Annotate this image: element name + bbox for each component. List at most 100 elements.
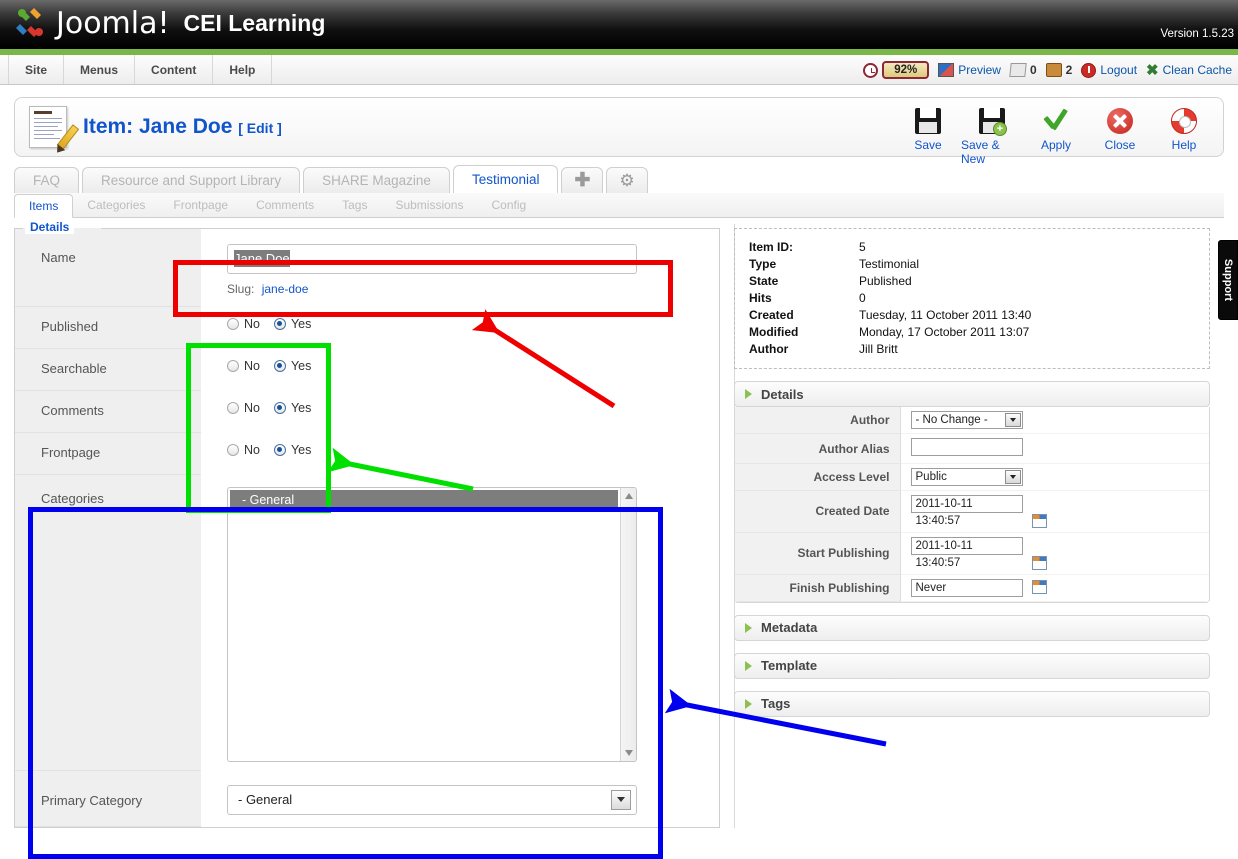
scroll-down-arrow-icon[interactable] xyxy=(625,749,633,756)
tab-add-new[interactable]: ✚ xyxy=(561,167,604,193)
clean-cache-link[interactable]: ✖ Clean Cache xyxy=(1146,63,1232,78)
radio-circle-icon xyxy=(227,359,239,372)
calendar-icon[interactable] xyxy=(1031,580,1047,595)
menu-item-help[interactable]: Help xyxy=(213,55,273,84)
accordion-template-header[interactable]: Template xyxy=(734,652,1210,679)
apply-button[interactable]: Apply xyxy=(1025,102,1087,166)
envelope-icon xyxy=(1009,63,1027,77)
published-radio-no[interactable]: No xyxy=(227,317,260,331)
accordion-arrow-icon xyxy=(745,660,752,671)
frontpage-radio-group: No Yes xyxy=(227,443,719,457)
users-indicator[interactable]: 2 xyxy=(1045,63,1073,77)
subtab-comments[interactable]: Comments xyxy=(242,193,328,217)
save-button[interactable]: Save xyxy=(897,102,959,166)
item-sidebar-column: Item ID: 5 Type Testimonial State Publis… xyxy=(720,218,1210,828)
subtab-submissions[interactable]: Submissions xyxy=(381,193,477,217)
start-publishing-input[interactable]: 2011-10-11 13:40:57 xyxy=(910,536,1023,569)
comments-radio-no[interactable]: No xyxy=(227,401,260,415)
section-subtabs: Items Categories Frontpage Comments Tags… xyxy=(14,193,1224,218)
preview-link[interactable]: Preview xyxy=(938,63,1001,77)
save-and-new-button[interactable]: + Save & New xyxy=(961,102,1023,166)
chevron-down-icon[interactable] xyxy=(1004,470,1021,484)
subtab-tags[interactable]: Tags xyxy=(328,193,381,217)
support-side-tab-label: Support xyxy=(1222,258,1235,302)
finish-publishing-input[interactable]: Never xyxy=(910,578,1023,597)
start-publishing-value-cell: 2011-10-11 13:40:57 xyxy=(900,532,1209,575)
accordion-arrow-icon xyxy=(745,698,752,709)
access-level-select[interactable]: Public xyxy=(910,468,1023,486)
accordion-details-header[interactable]: Details xyxy=(734,381,1210,407)
menu-item-site[interactable]: Site xyxy=(8,55,65,84)
panel-row-created-date: Created Date 2011-10-11 13:40:57 xyxy=(735,490,1209,533)
info-key: Author xyxy=(749,342,789,356)
subtab-frontpage[interactable]: Frontpage xyxy=(159,193,242,217)
form-row-searchable: Searchable No Yes xyxy=(15,348,719,391)
published-radio-yes[interactable]: Yes xyxy=(273,316,312,331)
info-value: Monday, 17 October 2011 13:07 xyxy=(859,325,1030,339)
info-value: 0 xyxy=(859,291,866,305)
frontpage-radio-yes[interactable]: Yes xyxy=(273,443,311,457)
help-lifebuoy-icon xyxy=(1169,106,1199,136)
author-alias-input[interactable] xyxy=(910,438,1023,456)
brand-area: Joomla! CEI Learning xyxy=(14,4,325,42)
save-button-label: Save xyxy=(914,138,942,152)
tab-share-magazine[interactable]: SHARE Magazine xyxy=(303,167,450,193)
tab-settings[interactable]: ⚙ xyxy=(606,167,648,193)
preview-label: Preview xyxy=(958,63,1001,77)
categories-listbox[interactable]: - General xyxy=(227,486,637,762)
radio-circle-checked-icon xyxy=(273,359,286,372)
save-and-new-button-label: Save & New xyxy=(961,138,1000,166)
subtab-items[interactable]: Items xyxy=(14,194,74,218)
author-select[interactable]: - No Change - xyxy=(910,411,1023,429)
created-date-input[interactable]: 2011-10-11 13:40:57 xyxy=(910,495,1023,527)
users-icon xyxy=(1045,63,1062,77)
help-button[interactable]: Help xyxy=(1153,102,1215,166)
published-radio-yes-label: Yes xyxy=(290,316,312,331)
green-accent-bar xyxy=(0,48,1238,55)
tab-faq[interactable]: FAQ xyxy=(14,167,80,193)
chevron-down-icon[interactable] xyxy=(611,789,631,810)
primary-category-select[interactable]: - General xyxy=(227,784,637,815)
searchable-radio-group: No Yes xyxy=(227,359,719,373)
scroll-up-arrow-icon[interactable] xyxy=(625,492,633,499)
frontpage-radio-no[interactable]: No xyxy=(227,443,260,457)
chevron-down-icon[interactable] xyxy=(1004,413,1021,427)
menu-item-content[interactable]: Content xyxy=(135,55,214,84)
panel-row-author: Author - No Change - xyxy=(735,407,1209,434)
created-date-value-cell: 2011-10-11 13:40:57 xyxy=(900,490,1209,533)
comments-value-cell: No Yes xyxy=(201,390,719,433)
calendar-icon[interactable] xyxy=(1031,513,1047,528)
slug-value[interactable]: jane-doe xyxy=(262,282,309,296)
searchable-radio-yes[interactable]: Yes xyxy=(273,359,311,373)
subtab-categories[interactable]: Categories xyxy=(73,193,159,217)
categories-scrollbar[interactable] xyxy=(620,487,636,761)
start-publishing-label: Start Publishing xyxy=(735,532,901,575)
support-side-tab[interactable]: Support xyxy=(1218,240,1238,320)
messages-indicator[interactable]: 0 xyxy=(1009,63,1037,77)
close-button[interactable]: Close xyxy=(1089,102,1151,166)
logout-link[interactable]: Logout xyxy=(1081,62,1137,78)
accordion-tags-header[interactable]: Tags xyxy=(734,690,1210,717)
category-option-general[interactable]: - General xyxy=(230,489,618,510)
finish-publishing-value-cell: Never xyxy=(900,574,1209,602)
info-key: Type xyxy=(749,257,777,271)
tab-resource-and-support-library[interactable]: Resource and Support Library xyxy=(82,167,301,193)
tab-testimonial[interactable]: Testimonial xyxy=(452,165,559,193)
name-input[interactable]: Jane Doe xyxy=(227,244,637,274)
calendar-icon[interactable] xyxy=(1031,555,1047,570)
author-alias-label: Author Alias xyxy=(735,433,901,464)
save-icon xyxy=(913,106,943,136)
info-key: State xyxy=(749,274,779,288)
plus-icon: ✚ xyxy=(574,169,591,191)
subtab-config[interactable]: Config xyxy=(477,193,540,217)
users-count: 2 xyxy=(1065,63,1073,77)
menu-item-menus[interactable]: Menus xyxy=(64,55,136,84)
comments-radio-yes[interactable]: Yes xyxy=(273,401,311,415)
searchable-radio-no[interactable]: No xyxy=(227,359,260,373)
clean-cache-label: Clean Cache xyxy=(1162,63,1232,77)
categories-value-cell: - General xyxy=(201,474,719,771)
info-row-modified: Modified Monday, 17 October 2011 13:07 xyxy=(749,324,1195,341)
content-type-tabs: FAQ Resource and Support Library SHARE M… xyxy=(14,165,1224,193)
accordion-metadata-header[interactable]: Metadata xyxy=(734,614,1210,641)
access-level-value: Public xyxy=(915,471,947,483)
